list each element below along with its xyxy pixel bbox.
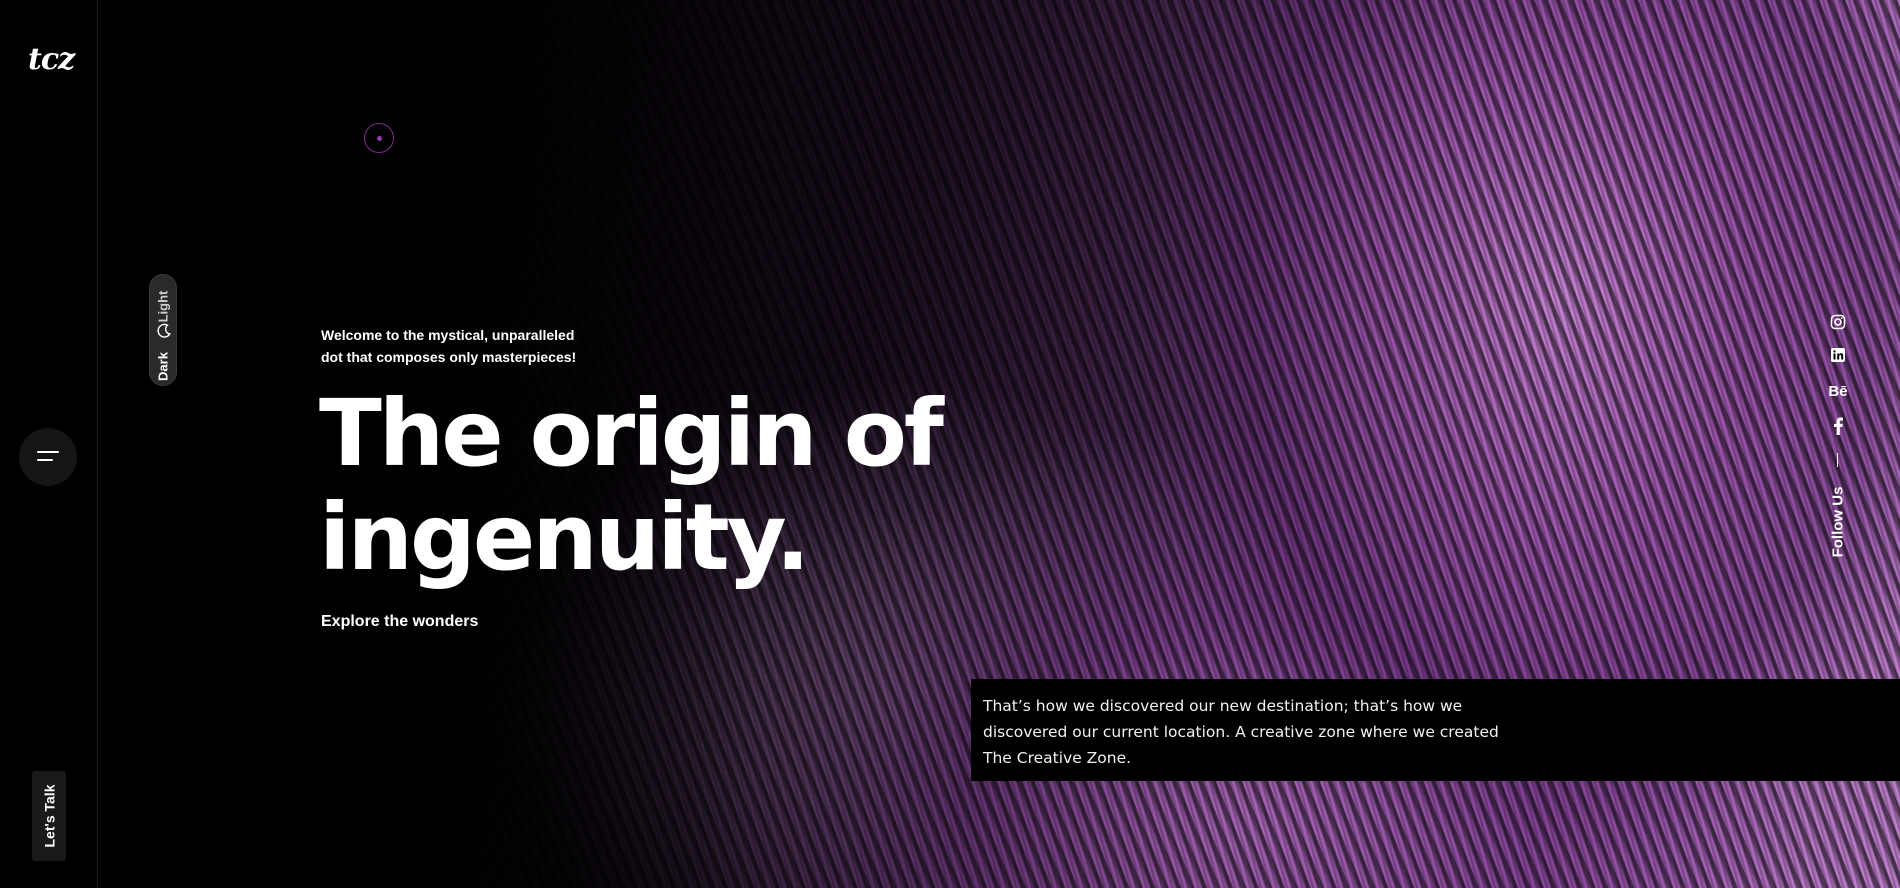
moon-icon — [157, 323, 171, 338]
quote-box: That’s how we discovered our new destina… — [971, 679, 1900, 781]
hero-headline: The origin of ingenuity. — [319, 382, 1019, 590]
headline-line-1: The origin of — [319, 380, 944, 487]
left-sidebar: tcz Let's Talk — [0, 0, 98, 888]
theme-dark-label[interactable]: Dark — [156, 352, 171, 381]
headline-line-2: ingenuity. — [319, 484, 810, 591]
theme-light-label[interactable]: Light — [156, 291, 171, 323]
theme-toggle[interactable]: Light Dark — [149, 274, 177, 386]
hero-intro-text: Welcome to the mystical, unparalleled do… — [321, 327, 577, 365]
brand-logo[interactable]: tcz — [28, 42, 75, 77]
custom-cursor — [364, 123, 394, 153]
instagram-icon[interactable] — [1828, 312, 1848, 332]
facebook-icon[interactable] — [1828, 416, 1848, 436]
behance-icon[interactable]: Bē — [1828, 381, 1848, 401]
follow-us-label: Follow Us — [1829, 486, 1847, 558]
linkedin-icon[interactable] — [1828, 345, 1848, 365]
quote-text: That’s how we discovered our new destina… — [983, 697, 1499, 767]
menu-button[interactable] — [19, 428, 77, 486]
lets-talk-label: Let's Talk — [41, 784, 58, 848]
social-divider — [1837, 453, 1838, 467]
lets-talk-button[interactable]: Let's Talk — [32, 771, 66, 861]
hamburger-menu-icon — [37, 451, 59, 463]
explore-link[interactable]: Explore the wonders — [321, 613, 478, 631]
